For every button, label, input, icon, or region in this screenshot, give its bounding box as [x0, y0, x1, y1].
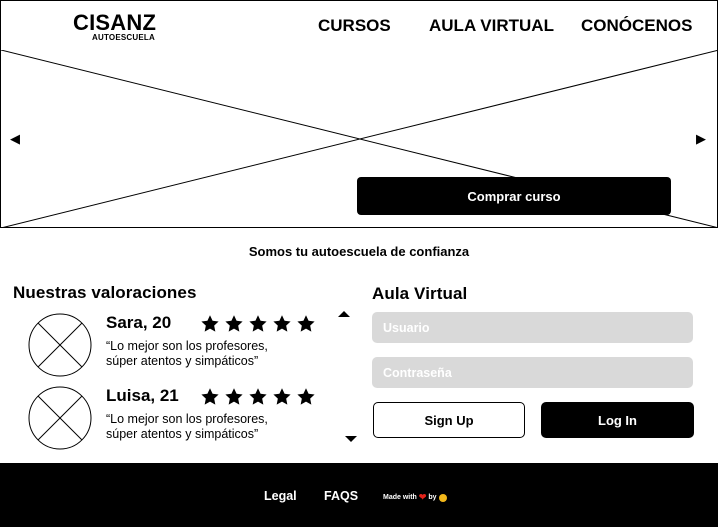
star-icon [297, 315, 315, 332]
site-footer: Legal FAQS Made with ❤ by [0, 463, 718, 527]
review-text: “Lo mejor son los profesores, súper aten… [106, 339, 306, 369]
review-name: Sara, 20 [106, 313, 172, 332]
review-name: Luisa, 21 [106, 386, 179, 405]
star-icon [201, 388, 219, 405]
login-title: Aula Virtual [372, 284, 468, 303]
tagline: Somos tu autoescuela de confianza [248, 244, 470, 259]
hero-carousel: ◀ ▶ Comprar curso [0, 50, 718, 228]
by-text: by [428, 494, 437, 501]
avatar-placeholder-icon [28, 313, 92, 377]
smiley-icon [438, 493, 447, 502]
star-icon [201, 315, 219, 332]
nav-cursos[interactable]: CURSOS [318, 16, 391, 36]
review-text: “Lo mejor son los profesores, súper aten… [106, 412, 306, 442]
logo[interactable]: CISANZ AUTOESCUELA [73, 10, 157, 43]
heart-icon: ❤ [418, 492, 427, 502]
review-item: Sara, 20 “Lo mejor son los profesores, s… [28, 313, 328, 377]
star-icon [225, 315, 243, 332]
footer-faqs-link[interactable]: FAQS [324, 489, 358, 503]
logo-subtitle: AUTOESCUELA [92, 33, 155, 42]
made-with-credit: Made with ❤ by [383, 492, 447, 503]
reviews-title: Nuestras valoraciones [13, 283, 197, 302]
site-header: CISANZ AUTOESCUELA CURSOS AULA VIRTUAL C… [0, 0, 718, 51]
review-text-line: “Lo mejor son los profesores, [106, 339, 268, 353]
star-icon [273, 388, 291, 405]
nav-aula-virtual[interactable]: AULA VIRTUAL [429, 16, 554, 36]
review-text-line: súper atentos y simpáticos” [106, 427, 259, 441]
review-item: Luisa, 21 “Lo mejor son los profesores, … [28, 386, 328, 450]
signup-button[interactable]: Sign Up [373, 402, 525, 438]
carousel-prev-icon[interactable]: ◀ [10, 132, 20, 146]
star-icon [249, 388, 267, 405]
avatar-placeholder-icon [28, 386, 92, 450]
buy-course-button[interactable]: Comprar curso [357, 177, 671, 215]
star-icon [297, 388, 315, 405]
login-button[interactable]: Log In [541, 402, 694, 438]
scroll-up-icon[interactable] [337, 309, 351, 319]
nav-conocenos[interactable]: CONÓCENOS [581, 16, 692, 36]
rating-stars [200, 314, 316, 334]
made-with-text: Made with [383, 494, 417, 501]
star-icon [273, 315, 291, 332]
review-text-line: “Lo mejor son los profesores, [106, 412, 268, 426]
password-input[interactable] [372, 357, 693, 388]
footer-legal-link[interactable]: Legal [264, 489, 297, 503]
logo-title: CISANZ [73, 10, 157, 35]
star-icon [249, 315, 267, 332]
rating-stars [200, 387, 316, 407]
carousel-next-icon[interactable]: ▶ [696, 132, 706, 146]
review-text-line: súper atentos y simpáticos” [106, 354, 259, 368]
scroll-down-icon[interactable] [344, 434, 358, 444]
username-input[interactable] [372, 312, 693, 343]
star-icon [225, 388, 243, 405]
